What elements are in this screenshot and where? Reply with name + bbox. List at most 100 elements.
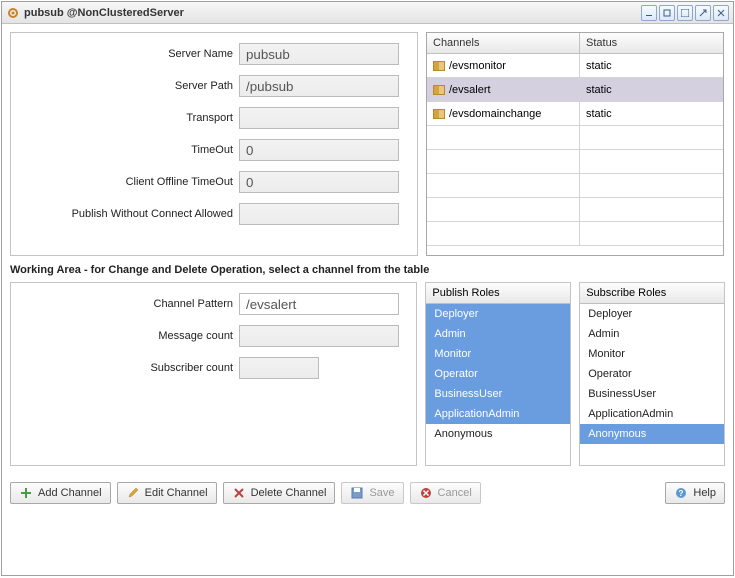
- status-cell: [580, 198, 723, 222]
- edit-channel-label: Edit Channel: [145, 487, 208, 499]
- message-count-label: Message count: [19, 330, 239, 342]
- status-cell: static: [580, 102, 723, 126]
- server-path-label: Server Path: [19, 80, 239, 92]
- maximize-button[interactable]: [677, 5, 693, 21]
- subscriber-count-input[interactable]: [239, 357, 319, 379]
- save-button[interactable]: Save: [341, 482, 403, 504]
- publish-without-connect-label: Publish Without Connect Allowed: [19, 208, 239, 220]
- role-item[interactable]: Monitor: [426, 344, 570, 364]
- table-row: [427, 222, 723, 246]
- close-button[interactable]: [713, 5, 729, 21]
- role-item[interactable]: BusinessUser: [426, 384, 570, 404]
- window-controls: [641, 5, 729, 21]
- role-item[interactable]: BusinessUser: [580, 384, 724, 404]
- server-name-input[interactable]: [239, 43, 399, 65]
- channel-cell: /evsalert: [427, 78, 580, 102]
- channel-cell: [427, 222, 580, 246]
- edit-channel-button[interactable]: Edit Channel: [117, 482, 217, 504]
- status-cell: static: [580, 54, 723, 78]
- server-path-input[interactable]: [239, 75, 399, 97]
- subscribe-roles-header: Subscribe Roles: [580, 283, 724, 304]
- channel-cell: [427, 126, 580, 150]
- help-icon: ?: [674, 486, 688, 500]
- table-row[interactable]: /evsdomainchange static: [427, 102, 723, 126]
- channels-table: Channels Status /evsmonitor static/evsale…: [426, 32, 724, 256]
- channel-cell: /evsmonitor: [427, 54, 580, 78]
- role-item[interactable]: Anonymous: [426, 424, 570, 444]
- button-bar: Add Channel Edit Channel Delete Channel …: [10, 478, 725, 508]
- status-cell: [580, 174, 723, 198]
- publish-roles-header: Publish Roles: [426, 283, 570, 304]
- channels-body: /evsmonitor static/evsalert static/evsdoma…: [427, 54, 723, 246]
- channel-name: /evsmonitor: [449, 60, 506, 72]
- status-header: Status: [580, 33, 723, 54]
- save-icon: [350, 486, 364, 500]
- subscriber-count-label: Subscriber count: [19, 362, 239, 374]
- role-item[interactable]: Deployer: [580, 304, 724, 324]
- detach-button[interactable]: [695, 5, 711, 21]
- channel-name: /evsalert: [449, 84, 491, 96]
- minimize-button[interactable]: [641, 5, 657, 21]
- edit-icon: [126, 486, 140, 500]
- table-row[interactable]: /evsmonitor static: [427, 54, 723, 78]
- role-item[interactable]: Admin: [426, 324, 570, 344]
- delete-channel-label: Delete Channel: [251, 487, 327, 499]
- server-form: Server Name Server Path Transport TimeOu…: [10, 32, 418, 256]
- client-offline-timeout-input[interactable]: [239, 171, 399, 193]
- subscribe-roles-panel: Subscribe Roles DeployerAdminMonitorOper…: [579, 282, 725, 466]
- transport-input[interactable]: [239, 107, 399, 129]
- status-cell: [580, 150, 723, 174]
- table-row[interactable]: /evsalert static: [427, 78, 723, 102]
- pubsub-window: pubsub @NonClusteredServer Server Name S…: [1, 1, 734, 576]
- role-item[interactable]: Admin: [580, 324, 724, 344]
- role-item[interactable]: Operator: [426, 364, 570, 384]
- channel-cell: [427, 174, 580, 198]
- publish-roles-list: DeployerAdminMonitorOperatorBusinessUser…: [426, 304, 570, 465]
- status-cell: static: [580, 78, 723, 102]
- publish-roles-panel: Publish Roles DeployerAdminMonitorOperat…: [425, 282, 571, 466]
- transport-label: Transport: [19, 112, 239, 124]
- channel-cell: [427, 198, 580, 222]
- delete-channel-button[interactable]: Delete Channel: [223, 482, 336, 504]
- table-row: [427, 150, 723, 174]
- cancel-button[interactable]: Cancel: [410, 482, 481, 504]
- help-label: Help: [693, 487, 716, 499]
- working-area-heading: Working Area - for Change and Delete Ope…: [10, 264, 725, 276]
- channel-icon: [433, 61, 445, 71]
- channel-icon: [433, 109, 445, 119]
- add-channel-label: Add Channel: [38, 487, 102, 499]
- role-item[interactable]: Deployer: [426, 304, 570, 324]
- channels-header: Channels: [427, 33, 580, 54]
- channel-cell: /evsdomainchange: [427, 102, 580, 126]
- table-row: [427, 126, 723, 150]
- role-item[interactable]: Monitor: [580, 344, 724, 364]
- add-icon: [19, 486, 33, 500]
- role-item[interactable]: Anonymous: [580, 424, 724, 444]
- window-title: pubsub @NonClusteredServer: [24, 7, 184, 19]
- save-label: Save: [369, 487, 394, 499]
- role-item[interactable]: ApplicationAdmin: [426, 404, 570, 424]
- role-item[interactable]: ApplicationAdmin: [580, 404, 724, 424]
- timeout-input[interactable]: [239, 139, 399, 161]
- add-channel-button[interactable]: Add Channel: [10, 482, 111, 504]
- timeout-label: TimeOut: [19, 144, 239, 156]
- channel-pattern-input[interactable]: [239, 293, 399, 315]
- table-row: [427, 174, 723, 198]
- publish-without-connect-input[interactable]: [239, 203, 399, 225]
- status-cell: [580, 222, 723, 246]
- working-form: Channel Pattern Message count Subscriber…: [10, 282, 417, 466]
- message-count-input[interactable]: [239, 325, 399, 347]
- channel-name: /evsdomainchange: [449, 108, 541, 120]
- delete-icon: [232, 486, 246, 500]
- cancel-icon: [419, 486, 433, 500]
- restore-button[interactable]: [659, 5, 675, 21]
- gear-icon: [6, 6, 20, 20]
- subscribe-roles-list: DeployerAdminMonitorOperatorBusinessUser…: [580, 304, 724, 465]
- status-cell: [580, 126, 723, 150]
- server-name-label: Server Name: [19, 48, 239, 60]
- help-button[interactable]: ? Help: [665, 482, 725, 504]
- cancel-label: Cancel: [438, 487, 472, 499]
- client-offline-timeout-label: Client Offline TimeOut: [19, 176, 239, 188]
- table-row: [427, 198, 723, 222]
- role-item[interactable]: Operator: [580, 364, 724, 384]
